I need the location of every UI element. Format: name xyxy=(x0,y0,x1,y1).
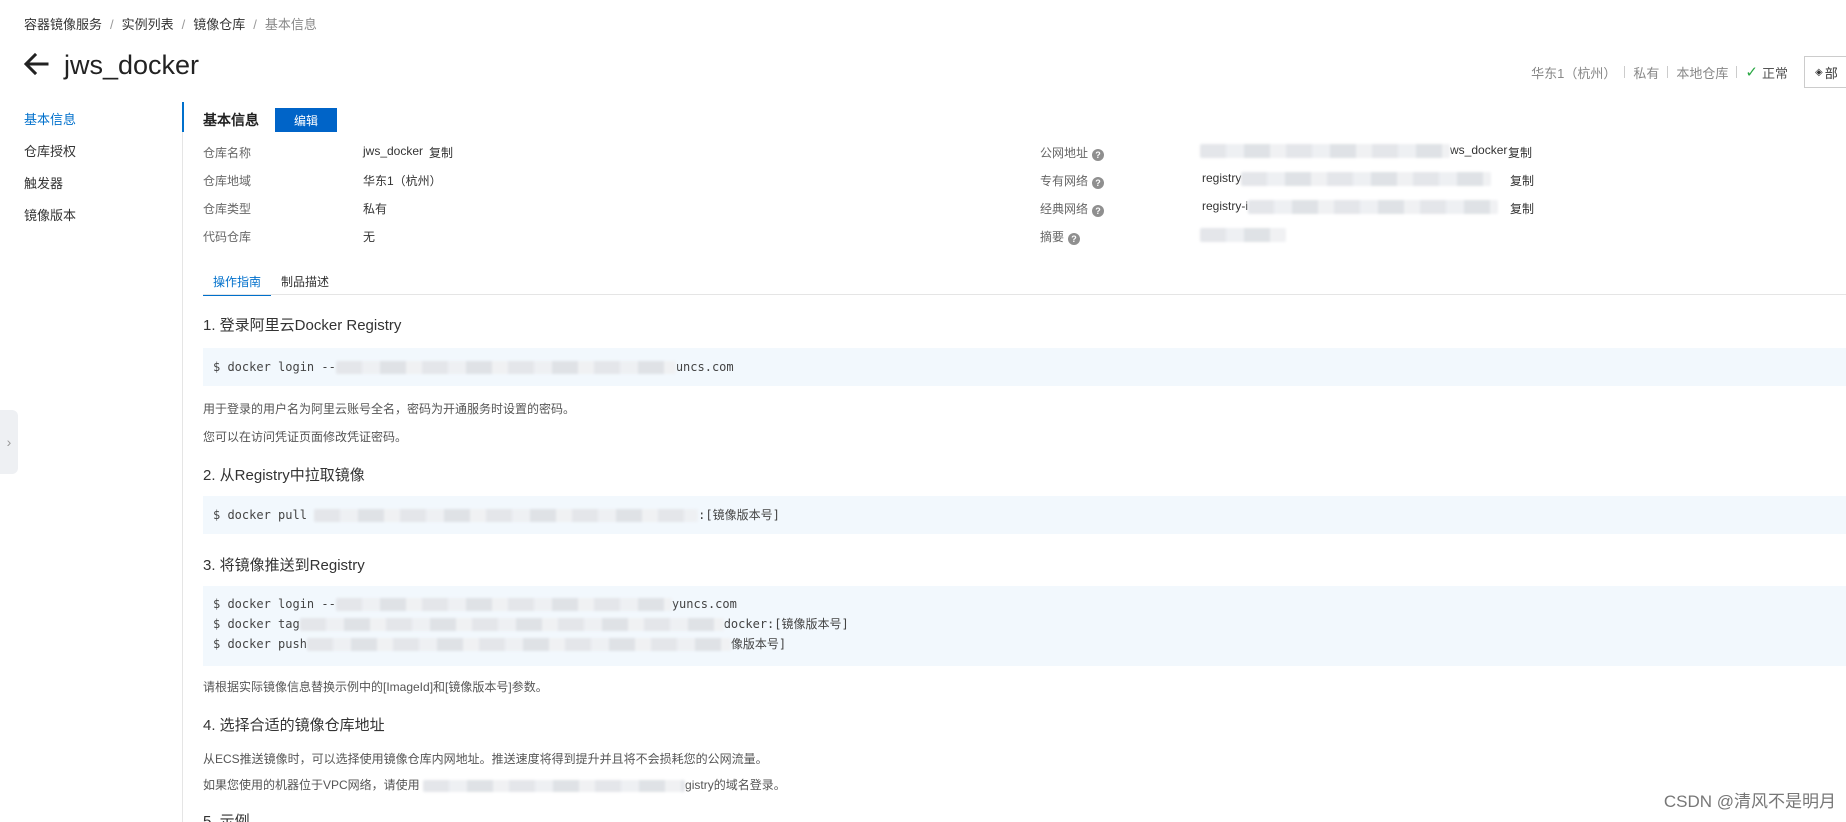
sidenav-item-repo-auth[interactable]: 仓库授权 xyxy=(24,142,76,174)
status-type: 私有 xyxy=(1633,65,1660,81)
watermark-text: CSDN @清风不是明月 xyxy=(1663,792,1836,811)
copy-classic-address-link[interactable]: 复制 xyxy=(1510,200,1534,217)
step-3-code[interactable]: $ docker login -- yuncs.com $ docker tag d… xyxy=(203,586,1846,666)
breadcrumb-item-current: 基本信息 xyxy=(264,17,317,32)
tab-operation-guide[interactable]: 操作指南 xyxy=(203,272,272,296)
breadcrumb-item-service[interactable]: 容器镜像服务 xyxy=(24,17,102,32)
nav-divider xyxy=(182,102,183,822)
copy-vpc-address-link[interactable]: 复制 xyxy=(1510,172,1534,189)
copy-public-address-link[interactable]: 复制 xyxy=(1508,144,1532,161)
help-icon[interactable]: ? xyxy=(1068,233,1081,245)
step-3-title: 3. 将镜像推送到Registry xyxy=(203,557,365,574)
step-5-title: 5. 示例 xyxy=(203,813,250,822)
tabs-divider xyxy=(203,294,1846,295)
step-1-desc-2: 您可以在访问凭证页面修改凭证密码。 xyxy=(203,430,408,444)
copy-repo-name-link[interactable]: 复制 xyxy=(429,144,453,161)
status-source: 本地仓库 xyxy=(1676,65,1729,81)
nav-active-indicator xyxy=(182,102,184,132)
breadcrumb-item-instances[interactable]: 实例列表 xyxy=(122,17,174,32)
sidenav-item-basic-info[interactable]: 基本信息 xyxy=(24,110,76,142)
breadcrumb-item-repos[interactable]: 镜像仓库 xyxy=(193,17,245,32)
step-1-title: 1. 登录阿里云Docker Registry xyxy=(203,317,402,334)
help-icon[interactable]: ? xyxy=(1092,205,1105,217)
breadcrumb: 容器镜像服务 / 实例列表 / 镜像仓库 / 基本信息 xyxy=(24,17,317,32)
step-1-desc-1: 用于登录的用户名为阿里云账号全名，密码为开通服务时设置的密码。 xyxy=(203,402,576,416)
step-1-code[interactable]: $ docker login -- uncs.com xyxy=(203,348,1846,386)
help-icon[interactable]: ? xyxy=(1092,177,1105,189)
section-title: 基本信息 xyxy=(203,112,259,128)
deploy-button[interactable]: ◈ 部 xyxy=(1804,56,1846,88)
basic-info-header: 基本信息 编辑 xyxy=(203,108,337,132)
expand-sidebar-toggle[interactable]: › xyxy=(0,410,18,474)
sidenav-item-triggers[interactable]: 触发器 xyxy=(24,174,76,206)
back-arrow-icon[interactable] xyxy=(22,50,50,78)
status-state: 正常 xyxy=(1761,65,1788,81)
step-4-desc-2: 如果您使用的机器位于VPC网络，请使用 gistry的域名登录。 xyxy=(203,778,786,792)
chevron-right-icon: › xyxy=(6,434,12,450)
tab-artifact-description[interactable]: 制品描述 xyxy=(271,272,339,296)
repo-status-bar: 华东1（杭州） 私有 本地仓库 ✓ 正常 ◈ 部 xyxy=(1531,56,1846,88)
cube-icon: ◈ xyxy=(1815,66,1823,78)
content-tabs: 操作指南 制品描述 xyxy=(203,272,339,296)
side-nav: 基本信息 仓库授权 触发器 镜像版本 xyxy=(24,110,76,238)
step-2-title: 2. 从Registry中拉取镜像 xyxy=(203,467,365,484)
sidenav-item-image-versions[interactable]: 镜像版本 xyxy=(24,206,76,238)
status-region: 华东1（杭州） xyxy=(1531,65,1617,81)
check-icon: ✓ xyxy=(1745,64,1758,81)
step-3-desc: 请根据实际镜像信息替换示例中的[ImageId]和[镜像版本号]参数。 xyxy=(203,680,548,694)
step-2-code[interactable]: $ docker pull :[镜像版本号] xyxy=(203,496,1846,534)
edit-button[interactable]: 编辑 xyxy=(275,108,337,132)
step-4-desc-1: 从ECS推送镜像时，可以选择使用镜像仓库内网地址。推送速度将得到提升并且将不会损… xyxy=(203,752,768,766)
step-4-title: 4. 选择合适的镜像仓库地址 xyxy=(203,717,385,734)
help-icon[interactable]: ? xyxy=(1092,149,1105,161)
page-title: jws_docker xyxy=(64,50,200,80)
